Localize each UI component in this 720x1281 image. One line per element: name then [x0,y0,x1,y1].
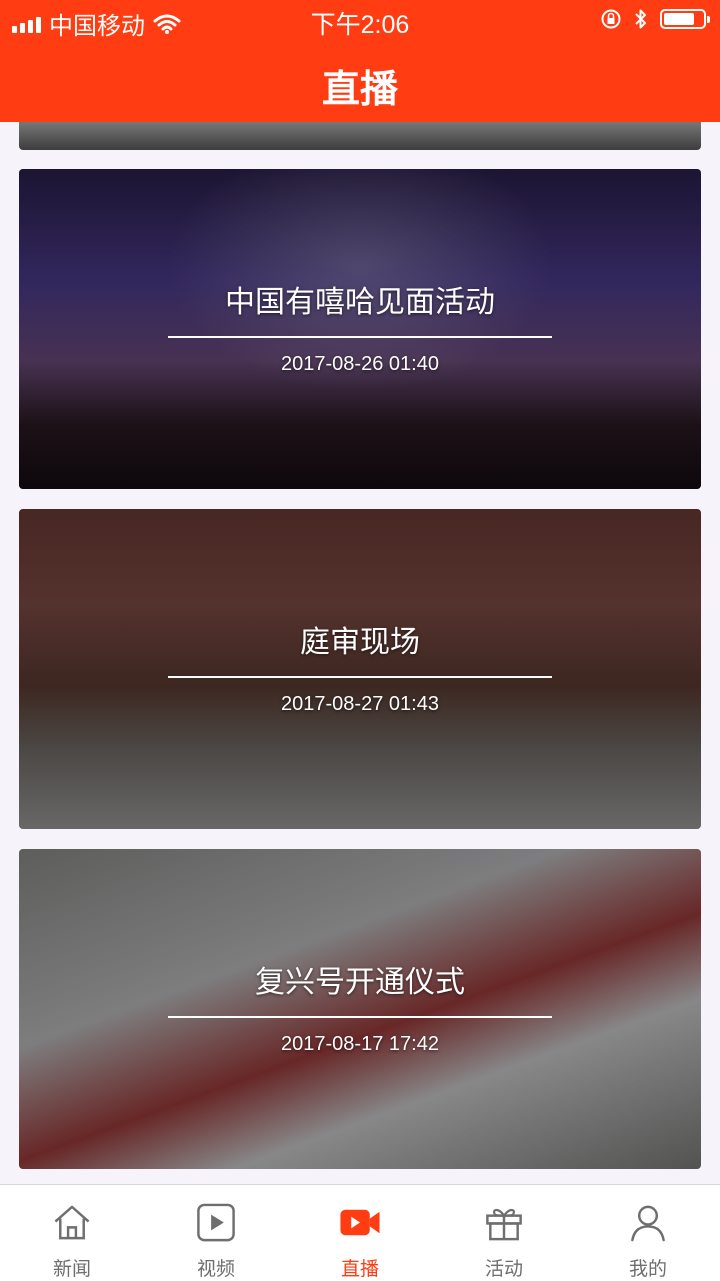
tab-label: 我的 [628,1259,667,1280]
battery-icon [660,9,710,29]
status-bar: 中国移动 下午2:06 [0,0,720,40]
user-icon [631,1205,665,1242]
tab-activity[interactable]: 活动 [432,1185,576,1281]
live-feed[interactable]: 中国有嘻哈见面活动 2017-08-26 01:40 庭审现场 2017-08-… [0,122,720,1184]
home-icon [54,1205,90,1240]
live-card[interactable]: 庭审现场 2017-08-27 01:43 [19,509,701,829]
tab-label: 活动 [484,1259,523,1280]
bottom-tab-bar: 新闻 视频 直播 活动 我的 [0,1184,720,1281]
tab-label: 新闻 [52,1259,91,1280]
live-card[interactable]: 复兴号开通仪式 2017-08-17 17:42 [19,849,701,1169]
live-card[interactable]: 中国有嘻哈见面活动 2017-08-26 01:40 [19,169,701,489]
tab-news[interactable]: 新闻 [0,1185,144,1281]
live-camera-icon [340,1209,380,1236]
tab-label: 视频 [196,1259,235,1280]
card-title: 复兴号开通仪式 [255,966,465,999]
card-time: 2017-08-17 17:42 [281,1033,439,1055]
divider [168,1016,552,1018]
tab-live[interactable]: 直播 [288,1185,432,1281]
card-time: 2017-08-27 01:43 [281,693,439,715]
app-header: 中国移动 下午2:06 直播 [0,0,720,122]
gift-icon [486,1208,522,1241]
play-icon [197,1203,235,1242]
rotation-lock-icon [601,9,621,29]
divider [168,336,552,338]
partial-card[interactable] [19,122,701,150]
tab-video[interactable]: 视频 [144,1185,288,1281]
card-time: 2017-08-26 01:40 [281,353,439,375]
tab-label: 直播 [340,1259,379,1280]
divider [168,676,552,678]
tab-mine[interactable]: 我的 [576,1185,720,1281]
bluetooth-icon [635,9,646,29]
card-title: 庭审现场 [300,626,420,659]
card-title: 中国有嘻哈见面活动 [225,286,495,319]
page-title: 直播 [321,66,398,111]
